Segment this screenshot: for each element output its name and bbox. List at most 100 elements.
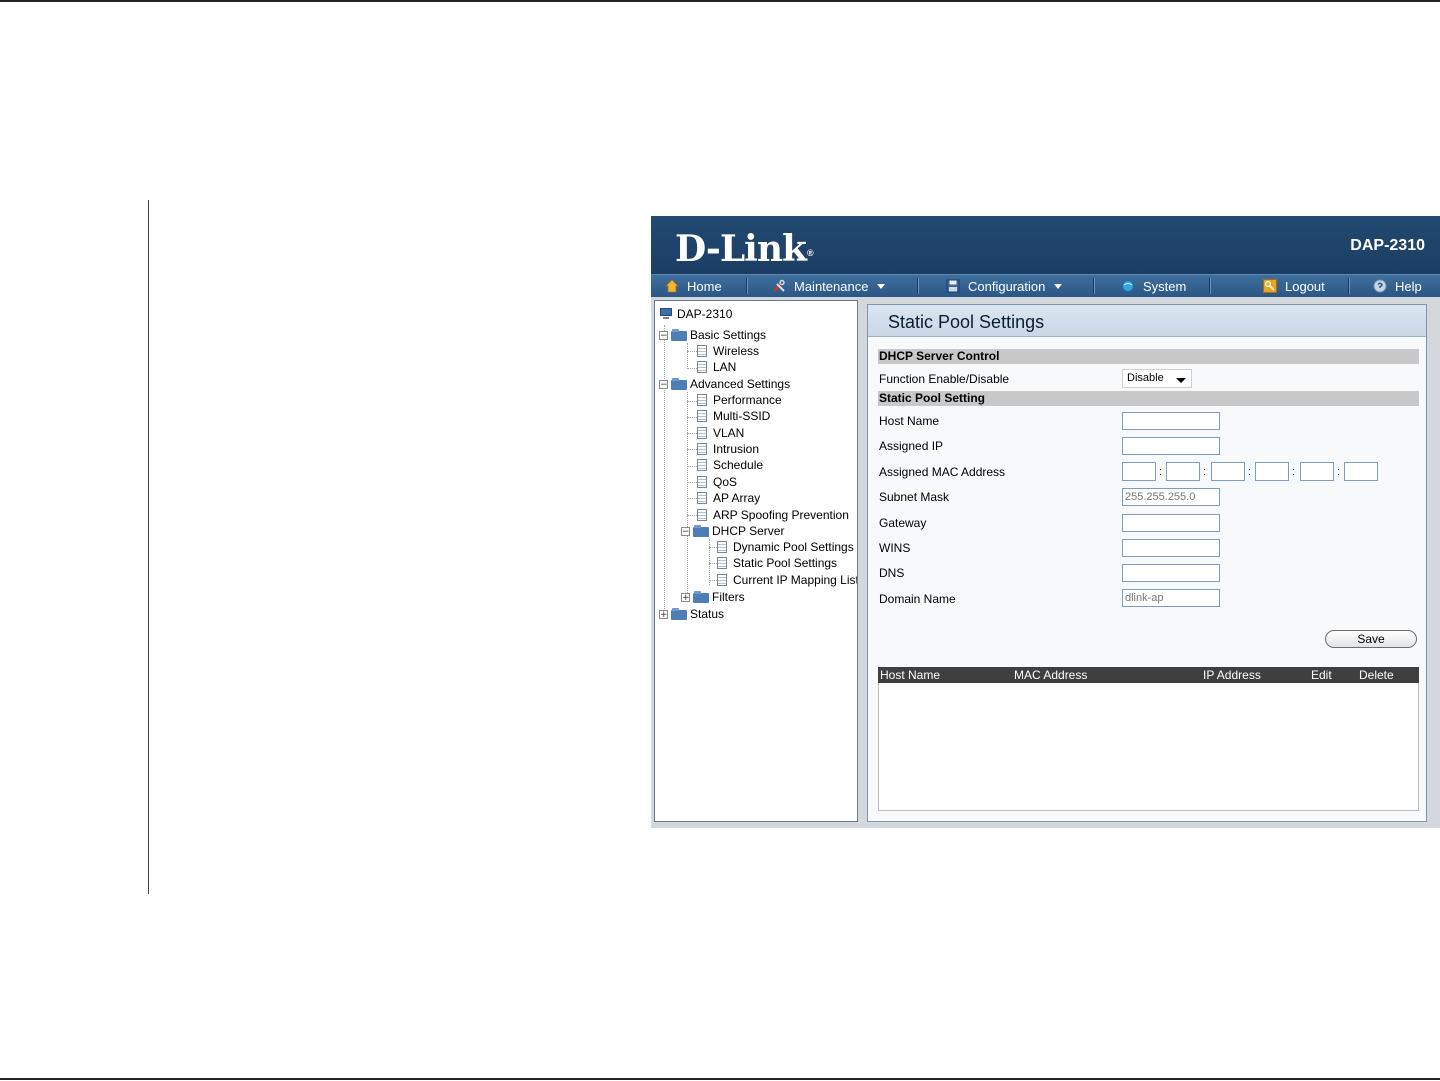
collapse-icon[interactable]: − [659,379,668,389]
wins-input[interactable] [1122,539,1220,557]
menu-configuration[interactable]: Configuration [946,275,1063,297]
tree-item-multi-ssid[interactable]: Multi-SSID [697,408,770,424]
tree-item-current-ip-mapping[interactable]: Current IP Mapping List [717,572,857,588]
menu-home[interactable]: Home [665,275,722,297]
tree-dhcp-server[interactable]: − DHCP Server [681,523,784,539]
tools-icon [772,279,786,293]
column-mac-address: MAC Address [1014,668,1088,682]
collapse-icon[interactable]: − [659,330,668,340]
page-icon [697,345,707,357]
menu-divider [1209,278,1211,294]
page-icon [697,410,707,422]
tree-item-label: Wireless [713,344,760,358]
wins-label: WINS [879,541,911,555]
tree-advanced-settings[interactable]: − Advanced Settings [659,376,790,392]
menu-system[interactable]: System [1121,275,1186,297]
tree-item-performance[interactable]: Performance [697,392,782,408]
subnet-mask-input[interactable]: 255.255.255.0 [1122,488,1220,506]
tree-filters[interactable]: + Filters [681,589,745,605]
tree-connector [687,392,688,599]
tree-advanced-settings-label: Advanced Settings [690,377,791,391]
page-icon [717,557,727,569]
menu-help-label: Help [1395,278,1422,294]
dlink-logo: D-Link® [675,228,814,270]
tree-item-label: Static Pool Settings [733,556,838,570]
tree-item-wireless[interactable]: Wireless [697,343,759,359]
tree-item-label: AP Array [713,491,761,505]
tree-item-label: VLAN [713,426,745,440]
assigned-ip-input[interactable] [1122,437,1220,455]
tree-item-ap-array[interactable]: AP Array [697,490,760,506]
expand-icon[interactable]: + [681,592,690,602]
tree-status[interactable]: + Status [659,606,724,622]
tree-item-arp-spoofing[interactable]: ARP Spoofing Prevention [697,507,849,523]
host-name-input[interactable] [1122,412,1220,430]
mac-separator: : [1203,466,1207,478]
column-delete: Delete [1359,668,1394,682]
tree-item-lan[interactable]: LAN [697,359,736,375]
folder-icon [693,591,709,603]
page-icon [697,361,707,373]
static-pool-table-body [878,683,1419,811]
function-enable-select[interactable]: Disable [1122,369,1192,388]
menu-home-label: Home [687,278,722,294]
page-title: Static Pool Settings [868,305,1426,337]
save-button[interactable]: Save [1325,630,1417,648]
menu-maintenance-label: Maintenance [794,278,869,294]
column-edit: Edit [1311,668,1332,682]
page-icon [697,492,707,504]
router-ui-screenshot: D-Link® DAP-2310 Home Maintenance Config… [651,216,1440,828]
tree-item-qos[interactable]: QoS [697,474,737,490]
tree-root-label: DAP-2310 [677,307,733,321]
menu-logout[interactable]: Logout [1263,275,1325,297]
menu-bar: Home Maintenance Configuration System Lo… [651,274,1440,297]
menu-help[interactable]: Help [1373,275,1422,297]
domain-name-input[interactable]: dlink-ap [1122,589,1220,607]
page-icon [697,394,707,406]
tree-item-dynamic-pool[interactable]: Dynamic Pool Settings [717,539,854,555]
mac-separator: : [1248,466,1252,478]
mac-octet-6-input[interactable] [1344,462,1378,481]
tree-connector [687,515,697,516]
menu-configuration-label: Configuration [968,278,1046,294]
mac-separator: : [1159,466,1163,478]
column-ip-address: IP Address [1203,668,1261,682]
tree-basic-settings[interactable]: − Basic Settings [659,327,766,343]
expand-icon[interactable]: + [659,609,668,619]
gateway-input[interactable] [1122,514,1220,532]
tree-root-device[interactable]: DAP-2310 [659,306,732,322]
dns-input[interactable] [1122,564,1220,582]
mac-octet-3-input[interactable] [1211,462,1245,481]
page-icon [697,443,707,455]
subnet-mask-label: Subnet Mask [879,490,950,504]
tree-connector [687,417,697,418]
floppy-disk-icon [946,279,960,293]
tree-item-schedule[interactable]: Schedule [697,457,763,473]
mac-octet-1-input[interactable] [1122,462,1156,481]
function-enable-value: Disable [1127,372,1164,384]
computer-icon [659,308,673,320]
page-icon [697,427,707,439]
folder-icon [671,608,687,620]
static-pool-table-header: Host Name MAC Address IP Address Edit De… [878,667,1419,683]
menu-divider [1348,278,1350,294]
host-name-label: Host Name [879,414,940,428]
model-name: DAP-2310 [1350,237,1425,254]
menu-maintenance[interactable]: Maintenance [772,275,886,297]
mac-octet-2-input[interactable] [1166,462,1200,481]
collapse-icon[interactable]: − [681,526,690,536]
tree-item-vlan[interactable]: VLAN [697,425,744,441]
assigned-mac-label: Assigned MAC Address [879,465,1006,479]
mac-octet-5-input[interactable] [1300,462,1334,481]
menu-divider [746,278,748,294]
tree-item-static-pool[interactable]: Static Pool Settings [717,555,837,571]
tree-connector [709,539,710,585]
mac-separator: : [1292,466,1296,478]
assigned-ip-label: Assigned IP [879,439,944,453]
mac-octet-4-input[interactable] [1255,462,1289,481]
tree-connector [687,351,697,352]
tree-item-intrusion[interactable]: Intrusion [697,441,759,457]
menu-logout-label: Logout [1285,278,1325,294]
dhcp-server-control-header: DHCP Server Control [878,349,1419,364]
tree-connector [687,498,697,499]
